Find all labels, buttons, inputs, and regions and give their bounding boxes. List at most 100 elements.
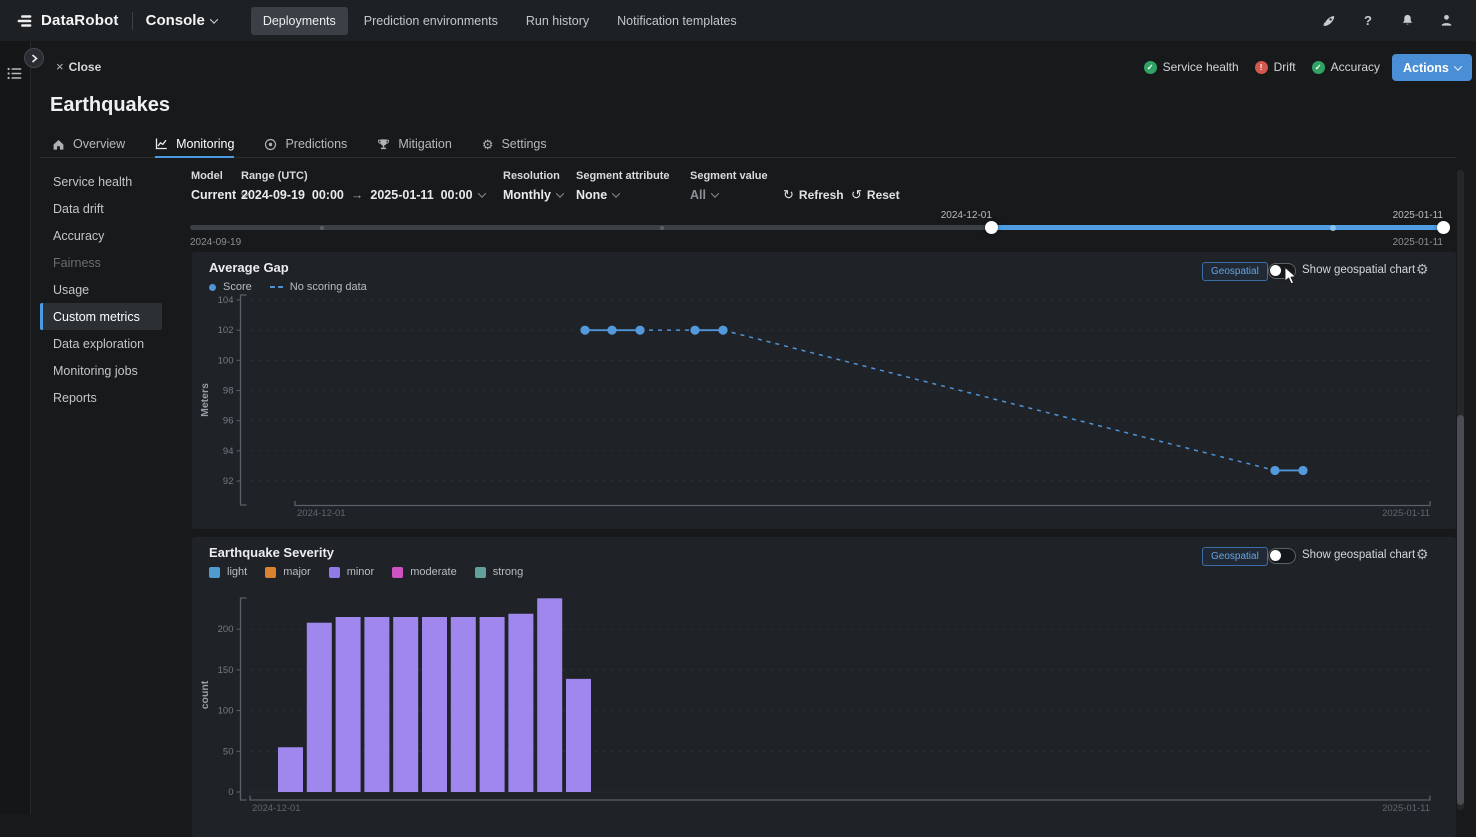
segment-attribute-label: Segment attribute xyxy=(576,170,670,182)
console-menu[interactable]: Console xyxy=(146,12,217,29)
legend-label: strong xyxy=(493,566,524,578)
slider-selection-start-label: 2024-12-01 xyxy=(941,210,992,221)
sidebar-item-data-exploration[interactable]: Data exploration xyxy=(40,330,162,357)
page-title: Earthquakes xyxy=(50,94,170,117)
svg-text:0: 0 xyxy=(228,787,233,798)
range-select[interactable]: 2024-09-19 00:00 → 2025-01-11 00:00 xyxy=(241,188,485,202)
deployment-list-icon[interactable] xyxy=(7,67,23,80)
chevron-down-icon xyxy=(711,189,719,197)
svg-text:2024-12-01: 2024-12-01 xyxy=(252,803,301,814)
refresh-button[interactable]: ↻Refresh xyxy=(783,187,844,203)
vertical-scrollbar[interactable] xyxy=(1457,170,1464,810)
svg-text:96: 96 xyxy=(223,416,234,427)
svg-text:100: 100 xyxy=(218,355,234,366)
geospatial-toggle[interactable] xyxy=(1268,548,1296,564)
model-select[interactable]: Current xyxy=(191,188,248,202)
chevron-down-icon xyxy=(1454,62,1462,70)
alert-circle-icon: ! xyxy=(1255,61,1268,74)
reset-button[interactable]: ↺Reset xyxy=(851,187,900,203)
bell-icon[interactable] xyxy=(1399,13,1415,29)
status-badge-drift[interactable]: ! Drift xyxy=(1255,60,1296,74)
actions-button[interactable]: Actions xyxy=(1392,54,1472,81)
legend-square-marker xyxy=(392,567,403,578)
segment-attribute-select[interactable]: None xyxy=(576,188,670,202)
resolution-select[interactable]: Monthly xyxy=(503,188,563,202)
nav-item-deployments[interactable]: Deployments xyxy=(251,7,348,35)
tab-monitoring[interactable]: Monitoring xyxy=(155,137,234,158)
tab-mitigation[interactable]: Mitigation xyxy=(377,137,452,157)
status-badge-service-health[interactable]: ✓Service health xyxy=(1144,60,1239,74)
legend-label: major xyxy=(283,566,311,578)
legend-item-major[interactable]: major xyxy=(265,566,311,578)
slider-handle-end[interactable] xyxy=(1437,221,1450,234)
nav-item-notification-templates[interactable]: Notification templates xyxy=(605,7,749,35)
svg-text:94: 94 xyxy=(223,446,234,457)
gear-icon[interactable]: ⚙ xyxy=(1416,261,1429,278)
svg-text:2024-12-01: 2024-12-01 xyxy=(297,508,346,519)
geospatial-toggle[interactable] xyxy=(1268,263,1296,279)
sidebar-item-custom-metrics[interactable]: Custom metrics xyxy=(40,303,162,330)
slider-handle-start[interactable] xyxy=(985,221,998,234)
top-nav: DataRobot Console DeploymentsPrediction … xyxy=(0,0,1476,41)
svg-text:count: count xyxy=(199,680,211,709)
svg-text:104: 104 xyxy=(218,295,234,306)
sidebar-item-usage[interactable]: Usage xyxy=(40,276,162,303)
status-badges: ✓Service health!Drift✓Accuracy xyxy=(1144,60,1380,74)
chart-legend: light major minor moderate strong xyxy=(209,566,523,578)
chevron-down-icon xyxy=(612,189,620,197)
status-badge-label: Drift xyxy=(1274,60,1296,74)
gear-icon[interactable]: ⚙ xyxy=(1416,546,1429,563)
sidebar-item-service-health[interactable]: Service health xyxy=(40,168,162,195)
average-gap-panel: Average Gap Score No scoring data Geospat… xyxy=(192,252,1456,529)
tab-label: Overview xyxy=(73,137,125,151)
nav-item-run-history[interactable]: Run history xyxy=(514,7,601,35)
slider-selected-range[interactable] xyxy=(992,225,1443,230)
toggle-knob xyxy=(1270,550,1281,561)
svg-text:2025-01-11: 2025-01-11 xyxy=(1382,508,1430,519)
range-label: Range (UTC) xyxy=(241,170,485,182)
legend-item-no-scoring-data[interactable]: No scoring data xyxy=(270,281,367,293)
deployment-tabs: Overview Monitoring Predictions Mitigation ⚙… xyxy=(40,137,1456,158)
tab-overview[interactable]: Overview xyxy=(52,137,125,157)
chart-title: Average Gap xyxy=(209,260,289,275)
sidebar-item-data-drift[interactable]: Data drift xyxy=(40,195,162,222)
arrow-right-icon: → xyxy=(351,188,364,202)
tab-label: Predictions xyxy=(285,137,347,151)
legend-item-light[interactable]: light xyxy=(209,566,247,578)
sidebar-item-monitoring-jobs[interactable]: Monitoring jobs xyxy=(40,357,162,384)
tab-predictions[interactable]: Predictions xyxy=(264,137,347,157)
svg-text:Meters: Meters xyxy=(199,383,211,417)
sidebar-item-reports[interactable]: Reports xyxy=(40,384,162,411)
help-icon[interactable]: ? xyxy=(1360,13,1376,29)
range-start-date: 2024-09-19 xyxy=(241,188,305,202)
svg-text:92: 92 xyxy=(223,476,234,487)
legend-item-minor[interactable]: minor xyxy=(329,566,375,578)
check-circle-icon: ✓ xyxy=(1144,61,1157,74)
expand-panel-button[interactable] xyxy=(24,48,44,68)
tab-settings[interactable]: ⚙Settings xyxy=(482,137,547,157)
scrollbar-thumb[interactable] xyxy=(1457,415,1464,805)
legend-item-moderate[interactable]: moderate xyxy=(392,566,456,578)
user-icon[interactable] xyxy=(1438,13,1454,29)
line-chart-icon xyxy=(155,137,168,150)
resolution-filter: Resolution Monthly xyxy=(503,170,563,202)
legend-label: moderate xyxy=(410,566,456,578)
nav-item-prediction-environments[interactable]: Prediction environments xyxy=(352,7,510,35)
legend-item-score[interactable]: Score xyxy=(209,281,252,293)
status-badge-label: Accuracy xyxy=(1331,60,1380,74)
geospatial-badge[interactable]: Geospatial xyxy=(1202,262,1268,281)
geospatial-badge[interactable]: Geospatial xyxy=(1202,547,1268,566)
status-badge-accuracy[interactable]: ✓Accuracy xyxy=(1312,60,1380,74)
svg-text:2025-01-11: 2025-01-11 xyxy=(1382,803,1430,814)
legend-item-strong[interactable]: strong xyxy=(475,566,524,578)
range-end-time: 00:00 xyxy=(441,188,473,202)
rocket-icon[interactable] xyxy=(1321,13,1337,29)
predictions-icon xyxy=(264,138,277,151)
time-range-slider[interactable]: 2024-12-01 2025-01-11 2024-09-19 2025-01… xyxy=(190,210,1443,250)
sidebar-item-accuracy[interactable]: Accuracy xyxy=(40,222,162,249)
close-button[interactable]: × Close xyxy=(56,59,101,74)
model-label: Model xyxy=(191,170,248,182)
svg-text:98: 98 xyxy=(223,385,234,396)
earthquake-severity-panel: Earthquake Severity lightmajorminormoder… xyxy=(192,537,1456,837)
slider-selection-end-label: 2025-01-11 xyxy=(1393,210,1443,221)
